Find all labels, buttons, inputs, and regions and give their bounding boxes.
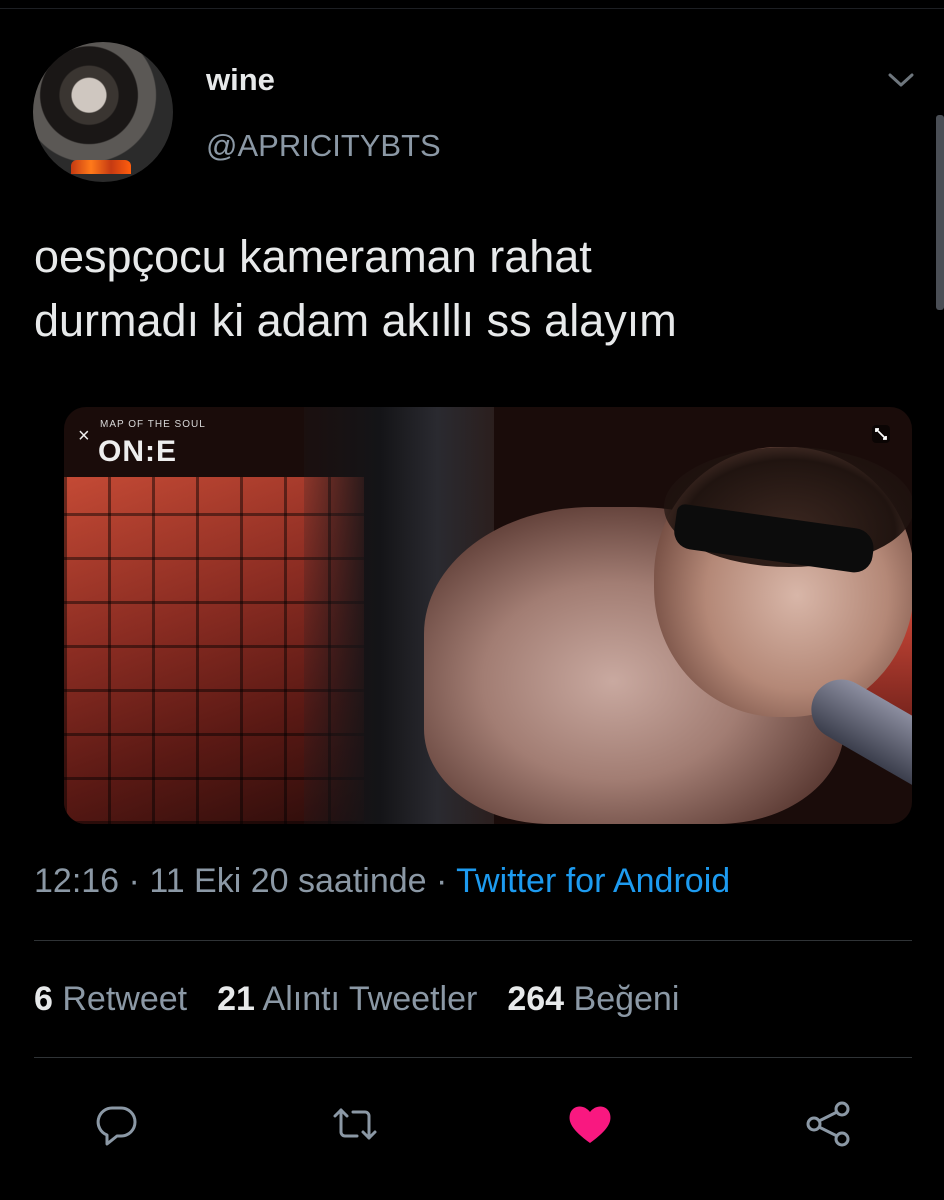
stats-bottom-divider — [34, 1057, 912, 1058]
avatar-flames-graphic — [71, 160, 131, 174]
expand-icon[interactable] — [870, 423, 892, 445]
retweet-icon[interactable] — [331, 1100, 379, 1148]
share-icon[interactable] — [804, 1100, 852, 1148]
quotes-label: Alıntı Tweetler — [262, 980, 478, 1018]
retweets-count: 6 — [34, 980, 53, 1018]
meta-separator-1: · — [119, 862, 150, 900]
stats-top-divider — [34, 940, 912, 941]
likes-stat[interactable]: 264 Beğeni — [507, 980, 679, 1018]
retweets-label: Retweet — [62, 980, 188, 1018]
avatar[interactable] — [33, 42, 173, 182]
quotes-stat[interactable]: 21 Alıntı Tweetler — [217, 980, 477, 1018]
tweet-media-image[interactable]: × MAP OF THE SOUL ON:E — [64, 407, 912, 824]
media-overlay-subtitle: MAP OF THE SOUL — [100, 419, 206, 430]
reply-icon[interactable] — [93, 1100, 141, 1148]
tweet-source-link[interactable]: Twitter for Android — [456, 862, 730, 900]
tweet-text-line-2: durmadı ki adam akıllı ss alayım — [34, 295, 677, 346]
likes-count: 264 — [507, 980, 565, 1018]
tweet-stats: 6 Retweet 21 Alıntı Tweetler 264 Beğeni — [34, 980, 679, 1019]
heart-icon[interactable] — [566, 1100, 614, 1148]
media-overlay-logo: ON:E — [98, 435, 177, 468]
tweet-time[interactable]: 12:16 — [34, 862, 119, 900]
meta-separator-2: · — [426, 862, 457, 900]
user-handle[interactable]: @APRICITYBTS — [206, 128, 441, 164]
chevron-down-icon[interactable] — [884, 68, 918, 92]
tweet-text: oespçocu kameraman rahat durmadı ki adam… — [34, 225, 894, 353]
scrollbar[interactable] — [936, 115, 944, 310]
close-icon: × — [78, 425, 90, 447]
display-name[interactable]: wine — [206, 62, 275, 98]
tweet-text-line-1: oespçocu kameraman rahat — [34, 231, 592, 282]
tweet-meta: 12:16 · 11 Eki 20 saatinde · Twitter for… — [34, 862, 730, 901]
tweet-date[interactable]: 11 Eki 20 saatinde — [149, 862, 426, 900]
top-divider — [0, 8, 944, 9]
likes-label: Beğeni — [573, 980, 680, 1018]
retweets-stat[interactable]: 6 Retweet — [34, 980, 187, 1018]
quotes-count: 21 — [217, 980, 255, 1018]
